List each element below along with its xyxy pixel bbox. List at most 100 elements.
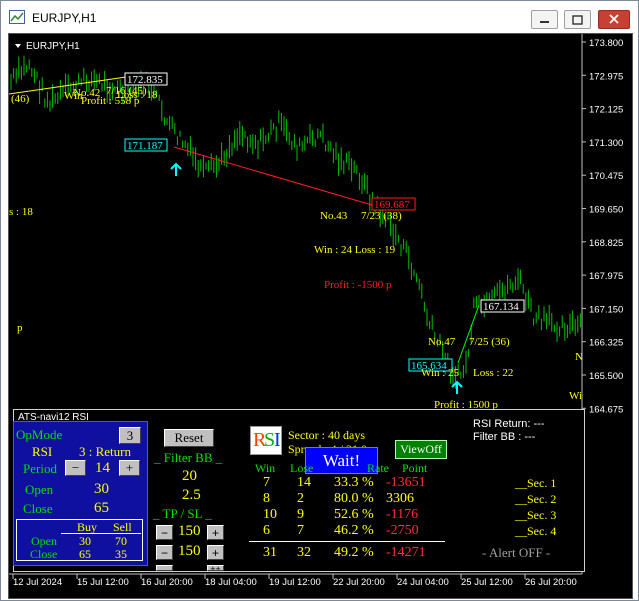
- sl-minus-button[interactable]: −: [156, 545, 173, 560]
- symbol-triangle-icon: [15, 44, 21, 48]
- sl-value: 150: [178, 543, 201, 559]
- period-minus-button[interactable]: −: [65, 460, 86, 476]
- restore-icon: [572, 15, 583, 25]
- close-button[interactable]: [598, 10, 630, 29]
- symbol-label: EURJPY,H1: [26, 41, 80, 52]
- filter-bb-label: _ Filter BB _: [154, 450, 223, 465]
- price-tick-label: 170.475: [589, 171, 623, 182]
- time-tick-label: 15 Jul 12:00: [77, 577, 129, 588]
- stats-row-1-cell: -13651: [386, 475, 426, 490]
- price-tick-label: 164.675: [589, 404, 623, 415]
- chart-annotation: Loss : 22: [473, 367, 513, 379]
- window-title: EURJPY,H1: [32, 11, 97, 25]
- open-label: Open: [25, 482, 54, 497]
- terminal-window: EURJPY,H1 172.835 171.187 169.687 167.134 16…: [0, 0, 639, 601]
- chart-annotation: Profit : -1500 p: [324, 279, 392, 291]
- price-tick-label: 169.650: [589, 205, 623, 216]
- sec-4-label[interactable]: __Sec. 4: [515, 524, 556, 539]
- stats-row-1-cell: 33.3 %: [334, 475, 374, 490]
- stats-row-3-cell: 10: [263, 507, 277, 522]
- chart-window-icon: [9, 10, 25, 24]
- time-tick-label: 24 Jul 04:00: [397, 577, 449, 588]
- plus-plus-button[interactable]: ++: [207, 565, 224, 571]
- tp-value: 150: [178, 523, 201, 539]
- price-tick-label: 167.975: [589, 271, 623, 282]
- stats-row-2-cell: 80.0 %: [334, 491, 374, 506]
- stats-header-win: Win: [255, 461, 276, 475]
- filter-bb-status: Filter BB : ---: [473, 431, 536, 443]
- price-tick-label: 172.125: [589, 105, 623, 116]
- viewoff-button[interactable]: ViewOff: [395, 440, 447, 459]
- chart-annotation: (46): [11, 93, 30, 105]
- time-tick-label: 22 Jul 20:00: [333, 577, 385, 588]
- opmode-button[interactable]: 3: [119, 427, 141, 444]
- sl-plus-button[interactable]: +: [207, 545, 224, 560]
- stats-row-2-cell: 3306: [386, 491, 414, 506]
- stats-row-3-cell: 52.6 %: [334, 507, 374, 522]
- sec-3-label[interactable]: __Sec. 3: [515, 508, 556, 523]
- close-icon: [609, 14, 619, 24]
- stats-row-2-cell: 8: [263, 491, 270, 506]
- stats-total-cell: 32: [297, 545, 311, 560]
- period-plus-button[interactable]: +: [119, 460, 140, 476]
- sec-1-label[interactable]: __Sec. 1: [515, 476, 556, 491]
- reset-button[interactable]: Reset: [164, 429, 214, 447]
- alert-status[interactable]: - Alert OFF -: [482, 545, 550, 561]
- price-tick-label: 171.300: [589, 138, 623, 149]
- stats-row-4-cell: 46.2 %: [334, 523, 374, 538]
- table-divider: [61, 533, 141, 534]
- chart-annotation: p: [17, 322, 23, 334]
- rsi-label: RSI: [32, 444, 53, 459]
- tp-minus-button[interactable]: −: [156, 525, 173, 540]
- chart-annotation: 7/25 (36): [469, 336, 510, 348]
- time-tick-label: 18 Jul 04:00: [205, 577, 257, 588]
- rsi-mode-value: 3 : Return: [79, 444, 131, 459]
- price-tick-label: 172.975: [589, 71, 623, 82]
- minimize-button[interactable]: [531, 10, 558, 29]
- rsi-logo: R S I: [250, 426, 282, 455]
- close-label: Close: [23, 501, 53, 516]
- price-tick-label: 173.800: [589, 38, 623, 49]
- stats-total-cell: -14271: [386, 545, 426, 560]
- maximize-button[interactable]: [564, 10, 591, 29]
- logo-letter-i: I: [274, 429, 281, 451]
- stats-row-4-cell: 6: [263, 523, 270, 538]
- minus-minus-button[interactable]: [156, 565, 173, 571]
- stats-row-4-cell: -2750: [386, 523, 419, 538]
- stats-total-cell: 31: [263, 545, 277, 560]
- chart-annotation: 7/23 (38): [361, 210, 402, 222]
- chart-annotation: No.43: [320, 210, 348, 222]
- time-tick-label: 25 Jul 12:00: [461, 577, 513, 588]
- close-row-label: Close: [30, 547, 58, 561]
- sec-2-label[interactable]: __Sec. 2: [515, 492, 556, 507]
- period-value: 14: [95, 460, 110, 476]
- buy-arrow-icon: [170, 162, 182, 176]
- stats-header-rate: Rate: [367, 461, 389, 475]
- chart-annotation: Profit : 558 p: [81, 95, 140, 107]
- stats-divider: [249, 541, 445, 542]
- stats-row-4-cell: 7: [297, 523, 304, 538]
- open-value: 30: [94, 481, 109, 497]
- chart-annotation: Win : 25: [421, 367, 460, 379]
- chart-annotation: Win : 24 Loss : 19: [314, 244, 396, 256]
- price-tick-label: 168.825: [589, 238, 623, 249]
- chart-annotation: Wi: [569, 390, 582, 402]
- stats-row-2-cell: 2: [297, 491, 304, 506]
- time-axis: 12 Jul 2024 15 Jul 12:00 16 Jul 20:00 18 Ju…: [12, 574, 577, 588]
- tp-plus-button[interactable]: +: [207, 525, 224, 540]
- rsi-return-label: RSI Return: ---: [473, 418, 545, 430]
- opmode-label: OpMode: [16, 427, 63, 442]
- close-sell-value: 35: [115, 547, 127, 561]
- close-value: 65: [94, 500, 109, 516]
- stats-header-point: Point: [402, 461, 428, 475]
- time-tick-label: 12 Jul 2024: [13, 577, 62, 588]
- stats-row-3-cell: 9: [297, 507, 304, 522]
- minimize-icon: [540, 21, 549, 23]
- stats-total-cell: 49.2 %: [334, 545, 374, 560]
- sector-label: Sector : 40 days: [288, 428, 365, 442]
- price-tick-label: 166.325: [589, 338, 623, 349]
- filter-bb-deviation: 2.5: [182, 487, 201, 503]
- stats-row-1-cell: 14: [297, 475, 311, 490]
- price-axis: 173.800 172.975 172.125 171.300 170.475 169.6…: [582, 38, 623, 415]
- chart-annotation: No.47: [428, 336, 456, 348]
